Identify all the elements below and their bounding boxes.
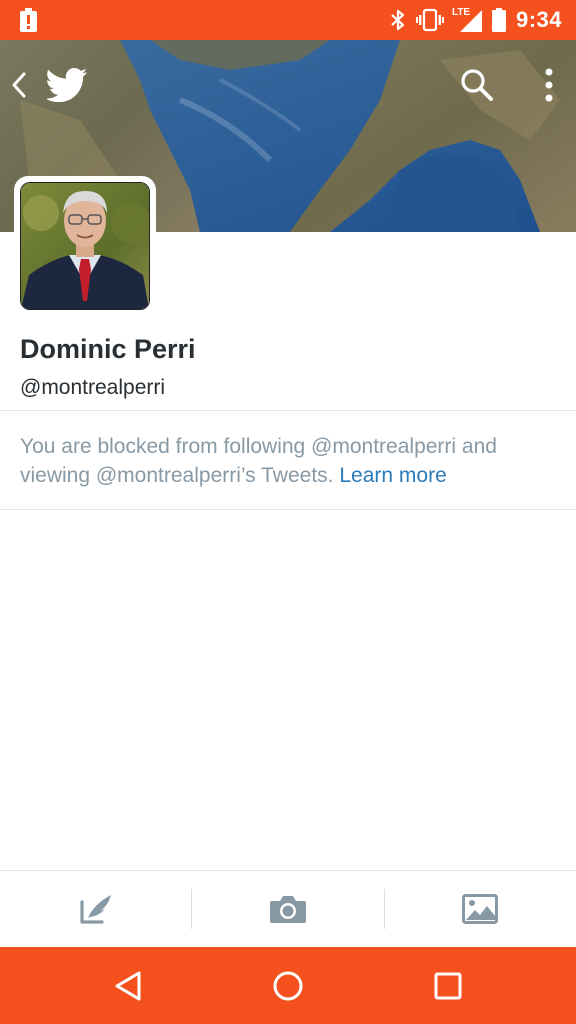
compose-bar (0, 870, 576, 947)
nav-recents-button[interactable] (426, 965, 470, 1007)
nav-home-button[interactable] (266, 965, 310, 1007)
blocked-notice: You are blocked from following @montreal… (20, 432, 540, 490)
search-icon (461, 69, 493, 101)
divider (0, 509, 576, 510)
search-button[interactable] (456, 62, 498, 108)
nav-home-icon (273, 971, 303, 1001)
alert-icon (20, 8, 37, 32)
nav-recents-icon (434, 972, 462, 1000)
nav-back-icon (115, 971, 141, 1001)
divider (0, 410, 576, 411)
twitter-bird-icon (46, 66, 88, 104)
learn-more-link[interactable]: Learn more (339, 464, 446, 487)
profile-handle: @montrealperri (20, 376, 166, 399)
compose-tweet-icon (80, 895, 111, 924)
compose-tweet-button[interactable] (0, 871, 192, 947)
back-button[interactable] (4, 62, 34, 108)
back-icon (12, 72, 26, 98)
image-gallery-icon (462, 894, 498, 924)
signal-icon: LTE (451, 7, 482, 32)
image-gallery-button[interactable] (384, 871, 576, 947)
avatar-photo (20, 182, 150, 310)
camera-button[interactable] (192, 871, 384, 947)
profile-avatar[interactable] (14, 176, 156, 316)
network-label: LTE (451, 7, 471, 18)
system-nav-bar (0, 947, 576, 1024)
battery-icon (491, 8, 506, 32)
bluetooth-icon (390, 8, 406, 32)
nav-back-button[interactable] (106, 965, 150, 1007)
status-bar: LTE 9:34 (0, 0, 576, 40)
profile-name: Dominic Perri (20, 334, 196, 364)
overflow-menu-button[interactable] (534, 62, 564, 108)
clock: 9:34 (515, 7, 562, 32)
overflow-menu-icon (545, 68, 553, 102)
camera-icon (270, 896, 306, 923)
vibrate-icon (415, 8, 444, 32)
